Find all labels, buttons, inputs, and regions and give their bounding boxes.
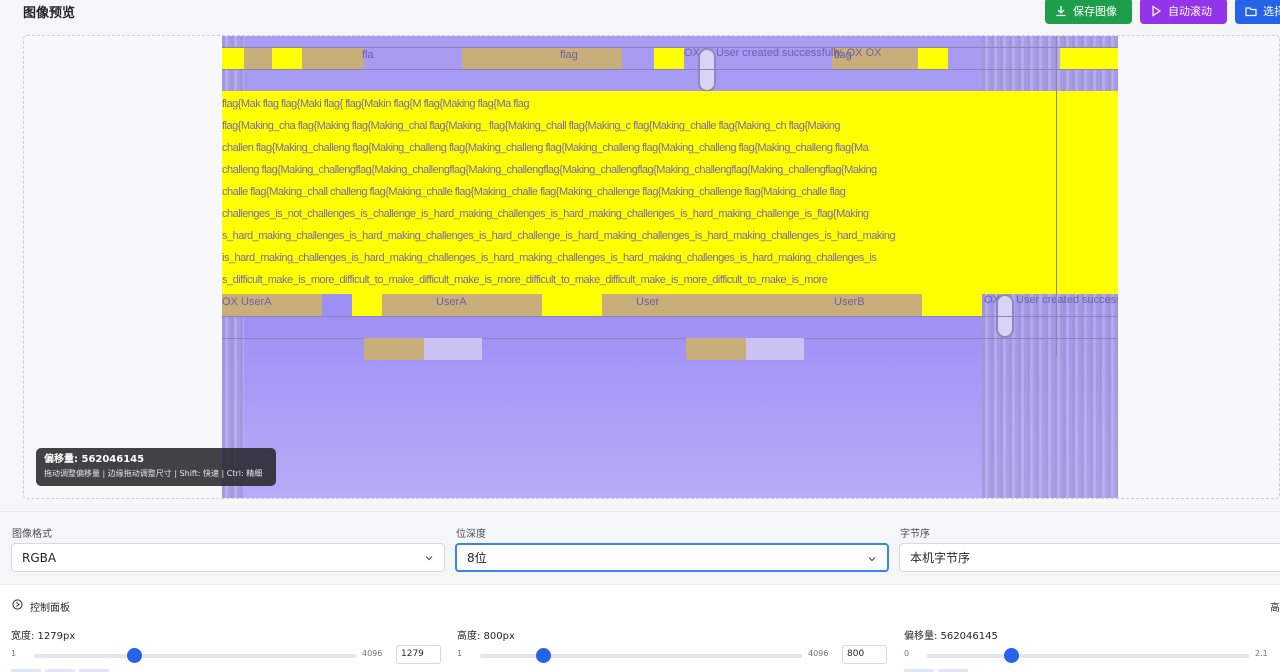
autoscroll-button[interactable]: 自动滚动 <box>1140 0 1227 24</box>
height-max: 4096 <box>808 649 829 658</box>
offset-label: 偏移量: 562046145 <box>904 631 998 642</box>
pixel-line <box>1056 36 1057 356</box>
image-format-select[interactable]: RGBA <box>11 543 445 572</box>
byte-order-select[interactable]: 本机字节序 <box>899 543 1280 572</box>
height-input[interactable]: 800 <box>842 645 887 664</box>
height-slider-track[interactable] <box>480 654 802 658</box>
bit-depth-label: 位深度 <box>456 529 486 540</box>
pixel-block <box>1060 47 1118 69</box>
garbled-text: is_hard_making_challenges_is_hard_making… <box>222 252 877 264</box>
pixel-block <box>602 294 762 316</box>
chevron-down-icon <box>868 557 876 562</box>
width-label: 宽度: 1279px <box>11 631 76 642</box>
pixel-block <box>922 294 982 316</box>
play-icon <box>1152 5 1162 17</box>
garbled-text: UserB <box>834 296 865 308</box>
chevron-down-icon <box>425 556 433 561</box>
garbled-text: User <box>636 296 660 308</box>
garbled-text: challeng flag{Making_challengflag{Making… <box>222 164 877 176</box>
select-file-label: 选择 <box>1263 5 1280 18</box>
pixel-block <box>364 338 424 360</box>
garbled-text: User created successfully. OX <box>1016 294 1118 306</box>
image-preview-area[interactable]: fla flag OX User created successfully. O… <box>23 35 1280 499</box>
garbled-text: fla <box>362 49 374 61</box>
byte-order-label: 字节序 <box>900 529 930 540</box>
pixel-artifact <box>698 48 716 92</box>
pixel-line <box>222 338 1118 339</box>
pixel-block <box>686 338 746 360</box>
pixel-line <box>222 47 1118 48</box>
format-settings: 图像格式 RGBA 位深度 8位 字节序 本机字节序 <box>0 511 1280 583</box>
offset-slider-thumb[interactable] <box>1004 648 1020 663</box>
bit-depth-select[interactable]: 8位 <box>455 543 889 572</box>
panel-right-label: 高 <box>1270 603 1280 614</box>
offset-max: 2.1 <box>1255 649 1268 658</box>
garbled-text: flag <box>834 49 852 61</box>
pixel-block <box>352 294 382 316</box>
offset-tooltip-title: 偏移量: 562046145 <box>44 454 145 465</box>
garbled-text: flag{Making_cha flag{Making flag{Making_… <box>222 120 841 132</box>
control-panel-icon <box>12 599 23 610</box>
garbled-text: flag{Mak flag flag{Maki flag{ flag{Makin… <box>222 98 530 110</box>
byte-order-value: 本机字节序 <box>910 551 971 565</box>
offset-tooltip: 偏移量: 562046145 拖动调整偏移量 | 边缘拖动调整尺寸 | Shif… <box>36 448 276 486</box>
pixel-line <box>222 69 1118 70</box>
garbled-text: s_hard_making_challenges_is_hard_making_… <box>222 230 896 242</box>
width-slider-thumb[interactable] <box>127 648 143 663</box>
save-image-label: 保存图像 <box>1073 5 1117 18</box>
garbled-text: challen flag{Making_challeng flag{Making… <box>222 142 869 154</box>
pixel-block <box>542 294 602 316</box>
garbled-text: User created successfully. OX OX <box>716 47 882 59</box>
offset-tooltip-hint: 拖动调整偏移量 | 边缘拖动调整尺寸 | Shift: 快速 | Ctrl: 精… <box>44 469 263 478</box>
height-slider-thumb[interactable] <box>535 648 551 663</box>
preview-canvas[interactable]: fla flag OX User created successfully. O… <box>222 36 1118 498</box>
pixel-block <box>272 47 302 69</box>
save-image-button[interactable]: 保存图像 <box>1045 0 1132 24</box>
width-input[interactable]: 1279 <box>396 645 441 664</box>
offset-slider-track[interactable] <box>927 654 1249 658</box>
garbled-text: UserA <box>436 296 467 308</box>
width-slider-track[interactable] <box>34 654 356 658</box>
pixel-block <box>462 47 622 69</box>
pixel-line <box>222 316 1118 317</box>
height-label: 高度: 800px <box>457 631 515 642</box>
pixel-block <box>746 338 804 360</box>
header: 图像预览 保存图像 自动滚动 选择 <box>0 0 1280 30</box>
pixel-block <box>222 47 244 69</box>
pixel-block <box>244 47 364 69</box>
pixel-block <box>918 47 948 69</box>
width-max: 4096 <box>362 649 383 658</box>
width-min: 1 <box>11 649 17 658</box>
height-min: 1 <box>457 649 463 658</box>
garbled-text: challenges_is_not_challenges_is_challeng… <box>222 208 869 220</box>
control-panel-title: 控制面板 <box>30 603 70 614</box>
autoscroll-label: 自动滚动 <box>1168 5 1212 18</box>
bit-depth-value: 8位 <box>467 551 487 565</box>
pixel-block <box>654 47 684 69</box>
download-icon <box>1056 6 1066 17</box>
image-format-value: RGBA <box>22 550 57 565</box>
garbled-text: flag <box>560 49 578 61</box>
app-window: 图像预览 保存图像 自动滚动 选择 fla flag OX User creat… <box>0 0 1280 672</box>
control-panel: 控制面板 高 宽度: 1279px 1 4096 1279 高度: 800px … <box>0 584 1280 672</box>
select-file-button[interactable]: 选择 <box>1235 0 1280 24</box>
garbled-text: OX UserA <box>222 296 272 308</box>
garbled-text: challe flag{Making_chall challeng flag{M… <box>222 186 846 198</box>
offset-min: 0 <box>904 649 910 658</box>
garbled-text: s_difficult_make_is_more_difficult_to_ma… <box>222 274 828 286</box>
page-title: 图像预览 <box>23 6 76 21</box>
pixel-block <box>424 338 482 360</box>
folder-icon <box>1245 7 1257 17</box>
image-format-label: 图像格式 <box>12 529 52 540</box>
